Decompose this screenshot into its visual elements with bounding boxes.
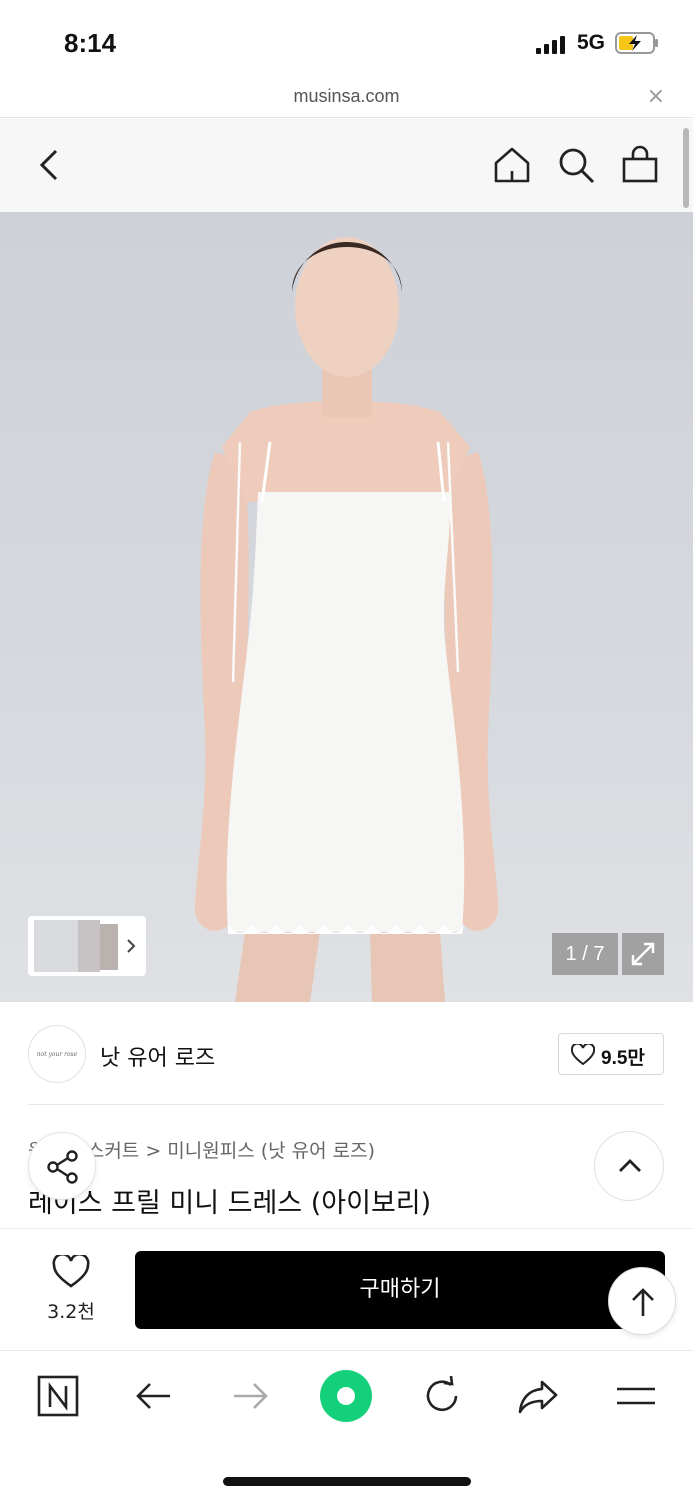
buy-button[interactable]: 구매하기	[135, 1251, 665, 1329]
wishlist-count: 3.2천	[47, 1301, 95, 1323]
collapse-button[interactable]	[594, 1131, 664, 1201]
share-button[interactable]	[28, 1132, 96, 1200]
share-arrow-icon[interactable]	[514, 1372, 562, 1420]
home-indicator[interactable]	[223, 1477, 471, 1486]
back-icon[interactable]	[30, 145, 70, 185]
home-icon[interactable]	[492, 145, 532, 185]
divider	[28, 1104, 664, 1105]
brand-like-count: 9.5만	[601, 1048, 645, 1069]
cart-icon[interactable]	[620, 145, 660, 185]
search-icon[interactable]	[556, 145, 596, 185]
network-type: 5G	[577, 31, 606, 54]
status-time: 8:14	[64, 28, 117, 58]
brand-name[interactable]: 낫 유어 로즈	[100, 1040, 215, 1072]
refresh-icon[interactable]	[418, 1372, 466, 1420]
chevron-up-icon	[619, 1159, 641, 1172]
product-image[interactable]	[0, 212, 693, 1002]
arrow-up-icon	[632, 1288, 654, 1316]
app-header	[0, 119, 693, 212]
back-arrow-icon[interactable]	[130, 1372, 178, 1420]
thumbnail-strip	[34, 920, 136, 972]
expand-button[interactable]	[622, 933, 664, 975]
browser-url-bar[interactable]: musinsa.com ×	[0, 80, 693, 118]
gallery-thumbnails[interactable]	[28, 916, 146, 976]
page-scrollbar[interactable]	[683, 128, 689, 208]
scroll-top-button[interactable]	[608, 1267, 676, 1335]
brand-like-button[interactable]: 9.5만	[558, 1033, 664, 1075]
heart-icon	[571, 1044, 595, 1066]
close-icon[interactable]: ×	[647, 84, 665, 109]
naver-icon[interactable]	[34, 1372, 82, 1420]
expand-icon	[631, 942, 655, 966]
battery-charging-icon	[615, 32, 658, 54]
url-text: musinsa.com	[293, 86, 400, 106]
brand-logo[interactable]: not your rose	[28, 1025, 86, 1083]
green-dot-icon[interactable]	[318, 1368, 374, 1424]
status-bar: 8:14 5G	[0, 0, 693, 80]
model-illustration	[195, 237, 498, 1002]
menu-icon[interactable]	[612, 1372, 660, 1420]
wishlist-button[interactable]: 3.2천	[28, 1255, 114, 1325]
gallery-pager: 1 / 7	[552, 933, 618, 975]
signal-icon	[536, 36, 565, 54]
forward-arrow-icon[interactable]	[226, 1372, 274, 1420]
share-icon	[47, 1150, 78, 1184]
heart-icon	[52, 1255, 90, 1288]
